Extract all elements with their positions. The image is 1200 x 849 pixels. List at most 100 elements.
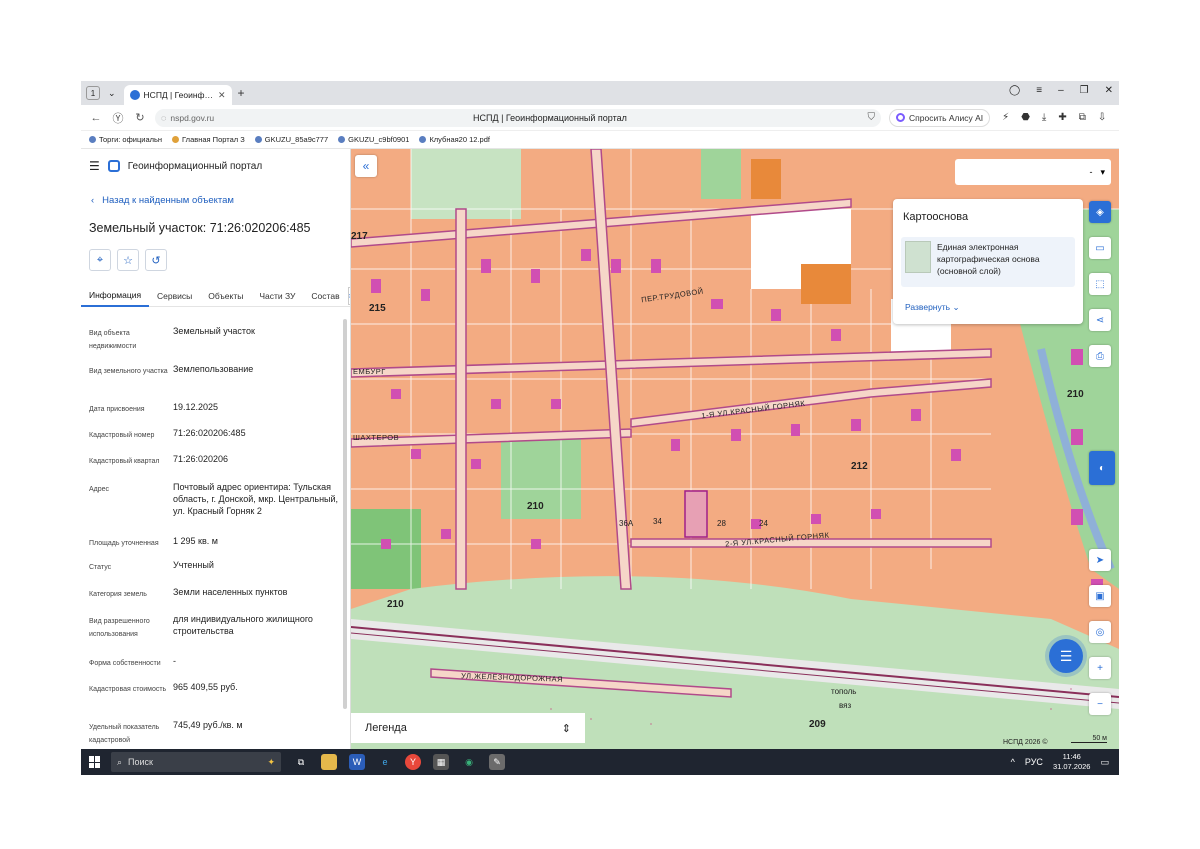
history-button[interactable]: ↺ — [145, 249, 167, 271]
app-badge-button[interactable]: ◐ — [1089, 451, 1115, 485]
zoom-in-button[interactable]: + — [1089, 657, 1111, 679]
minimap-button[interactable]: ▣ — [1089, 585, 1111, 607]
url-field[interactable]: ◌ nspd.gov.ru НСПД | Геоинформационный п… — [155, 108, 881, 127]
print-icon: ⎙ — [1096, 350, 1104, 362]
expand-basemap-link[interactable]: Развернуть ⌄ — [905, 302, 960, 313]
edge-icon[interactable]: e — [377, 754, 393, 770]
bookmarks-bar: Торги: официальн Главная Портал З GKUZU_… — [81, 131, 1119, 149]
basemap-option-label: Единая электронная картографическая осно… — [937, 242, 1040, 276]
taskbar-search[interactable]: ⌕ Поиск ✦ — [111, 752, 281, 772]
alice-icon — [896, 113, 905, 122]
restore-icon[interactable]: ❐ — [1080, 85, 1089, 96]
property-row: Вид объекта недвижимости Земельный участо… — [89, 325, 341, 363]
tab-counter[interactable]: 1 — [86, 86, 100, 100]
chevron-down-icon[interactable]: ⌄ — [108, 88, 116, 99]
back-arrow-icon[interactable]: ← — [89, 112, 103, 124]
menu-fab-button[interactable]: ☰ — [1049, 639, 1083, 673]
layer-select[interactable]: - ▾ — [955, 159, 1111, 185]
ask-alice-button[interactable]: Спросить Алису AI — [889, 108, 991, 127]
map-canvas[interactable]: 217 215 212 210 210 210 209 ПЕР.ТРУДОВОЙ… — [351, 149, 1119, 749]
ruler-tool-button[interactable]: ▭ — [1089, 237, 1111, 259]
profile-icon[interactable]: ◯ — [1009, 85, 1020, 96]
locate-on-map-button[interactable]: ⌖ — [89, 249, 111, 271]
search-icon: ⌕ — [117, 756, 123, 767]
reload-icon[interactable]: ↻ — [133, 111, 147, 124]
bookmark-item[interactable]: Клубная20 12.pdf — [419, 135, 490, 144]
bookmark-item[interactable]: Торги: официальн — [89, 135, 162, 144]
tab-parts[interactable]: Части ЗУ — [251, 285, 303, 307]
bookmark-item[interactable]: GKUZU_c9bf0901 — [338, 135, 409, 144]
task-view-icon[interactable]: ⧉ — [293, 754, 309, 770]
tab-services[interactable]: Сервисы — [149, 285, 200, 307]
favorite-button[interactable]: ☆ — [117, 249, 139, 271]
portal-name: Геоинформационный портал — [127, 160, 263, 172]
yandex-logo-icon[interactable]: Ⓨ — [111, 110, 125, 126]
language-indicator[interactable]: РУС — [1025, 757, 1043, 767]
property-value: Земельный участок — [173, 326, 255, 336]
selected-parcel[interactable] — [684, 490, 708, 538]
clock[interactable]: 11:46 31.07.2026 — [1053, 752, 1091, 772]
navigate-button[interactable]: ➤ — [1089, 549, 1111, 571]
window-controls: ◯ ≡ – ❐ ✕ — [1009, 85, 1113, 96]
windows-start-icon[interactable] — [89, 756, 101, 768]
quarter-label: 209 — [809, 719, 826, 730]
quarter-label: 217 — [351, 231, 368, 242]
back-to-results-link[interactable]: ‹ Назад к найденным объектам — [91, 195, 234, 206]
property-row: Удельный показатель кадастровой 745,49 ру… — [89, 719, 341, 749]
extension-icon-2[interactable]: ⧉ — [1079, 112, 1086, 123]
parcel-number: 24 — [759, 519, 768, 528]
minimap-icon: ▣ — [1095, 590, 1105, 602]
downloads-badge-icon[interactable]: ⇩ — [1098, 112, 1106, 123]
menu-icon[interactable]: ≡ — [1036, 85, 1042, 96]
minimize-icon[interactable]: – — [1058, 85, 1064, 96]
bookmark-item[interactable]: GKUZU_85a9c777 — [254, 135, 328, 144]
quarter-label: 210 — [1067, 389, 1084, 400]
file-explorer-icon[interactable] — [321, 754, 337, 770]
tab-objects[interactable]: Объекты — [200, 285, 251, 307]
browser-tab[interactable]: НСПД | Геоинформаци ✕ — [123, 85, 232, 105]
geolocation-button[interactable]: ◎ — [1089, 621, 1111, 643]
print-button[interactable]: ⎙ — [1089, 345, 1111, 367]
property-label: Дата присвоения — [89, 406, 145, 413]
yandex-browser-icon[interactable]: Y — [405, 754, 421, 770]
extension-icon[interactable]: ⚡ — [1002, 112, 1009, 123]
property-label: Кадастровая стоимость — [89, 686, 167, 693]
property-row: Кадастровая стоимость 965 409,55 руб. — [89, 681, 341, 719]
parcel-number: 36А — [619, 519, 634, 528]
sparkle-icon: ✦ — [267, 756, 275, 767]
collapse-panel-button[interactable]: « — [355, 155, 377, 177]
share-button[interactable]: ⋖ — [1089, 309, 1111, 331]
hamburger-menu-icon[interactable]: ☰ — [89, 159, 100, 173]
property-label: Кадастровый номер — [89, 432, 155, 439]
bookmark-item[interactable]: Главная Портал З — [172, 135, 245, 144]
bookmark-icon[interactable]: ⛉ — [868, 112, 876, 123]
basemap-option[interactable]: Единая электронная картографическая осно… — [901, 237, 1075, 287]
layer-select-value: - — [1089, 167, 1093, 177]
property-label: Вид объекта недвижимости — [89, 330, 137, 350]
object-title: Земельный участок: 71:26:020206:485 — [89, 221, 311, 235]
close-window-icon[interactable]: ✕ — [1105, 85, 1113, 96]
panel-scrollbar[interactable] — [343, 319, 347, 709]
zoom-out-button[interactable]: − — [1089, 693, 1111, 715]
word-icon[interactable]: W — [349, 754, 365, 770]
portal-header: ☰ Геоинформационный портал — [89, 159, 262, 173]
chevron-left-icon: ‹ — [91, 195, 95, 206]
property-row: Кадастровый квартал 71:26:020206 — [89, 453, 341, 481]
puzzle-icon[interactable]: ✚ — [1058, 112, 1066, 123]
download-icon[interactable]: ⤓ — [1042, 112, 1046, 123]
shield-icon[interactable]: ⬣ — [1021, 112, 1030, 123]
new-tab-plus-icon[interactable]: + — [238, 86, 245, 100]
legend-bar[interactable]: Легенда ⇕ — [351, 713, 585, 743]
app-icon[interactable]: ✎ — [489, 754, 505, 770]
security-icon: ◌ — [161, 112, 167, 123]
chevron-up-icon[interactable]: ^ — [1011, 757, 1015, 767]
layers-tool-button[interactable]: ◈ — [1089, 201, 1111, 223]
calculator-icon[interactable]: ▦ — [433, 754, 449, 770]
tab-information[interactable]: Информация — [81, 285, 150, 307]
tab-composition[interactable]: Состав — [303, 285, 347, 307]
edge-dev-icon[interactable]: ◉ — [461, 754, 477, 770]
close-icon[interactable]: ✕ — [218, 90, 226, 101]
select-tool-button[interactable]: ⬚ — [1089, 273, 1111, 295]
notification-icon[interactable]: ▭ — [1100, 757, 1109, 768]
property-value: Земли населенных пунктов — [173, 587, 288, 597]
